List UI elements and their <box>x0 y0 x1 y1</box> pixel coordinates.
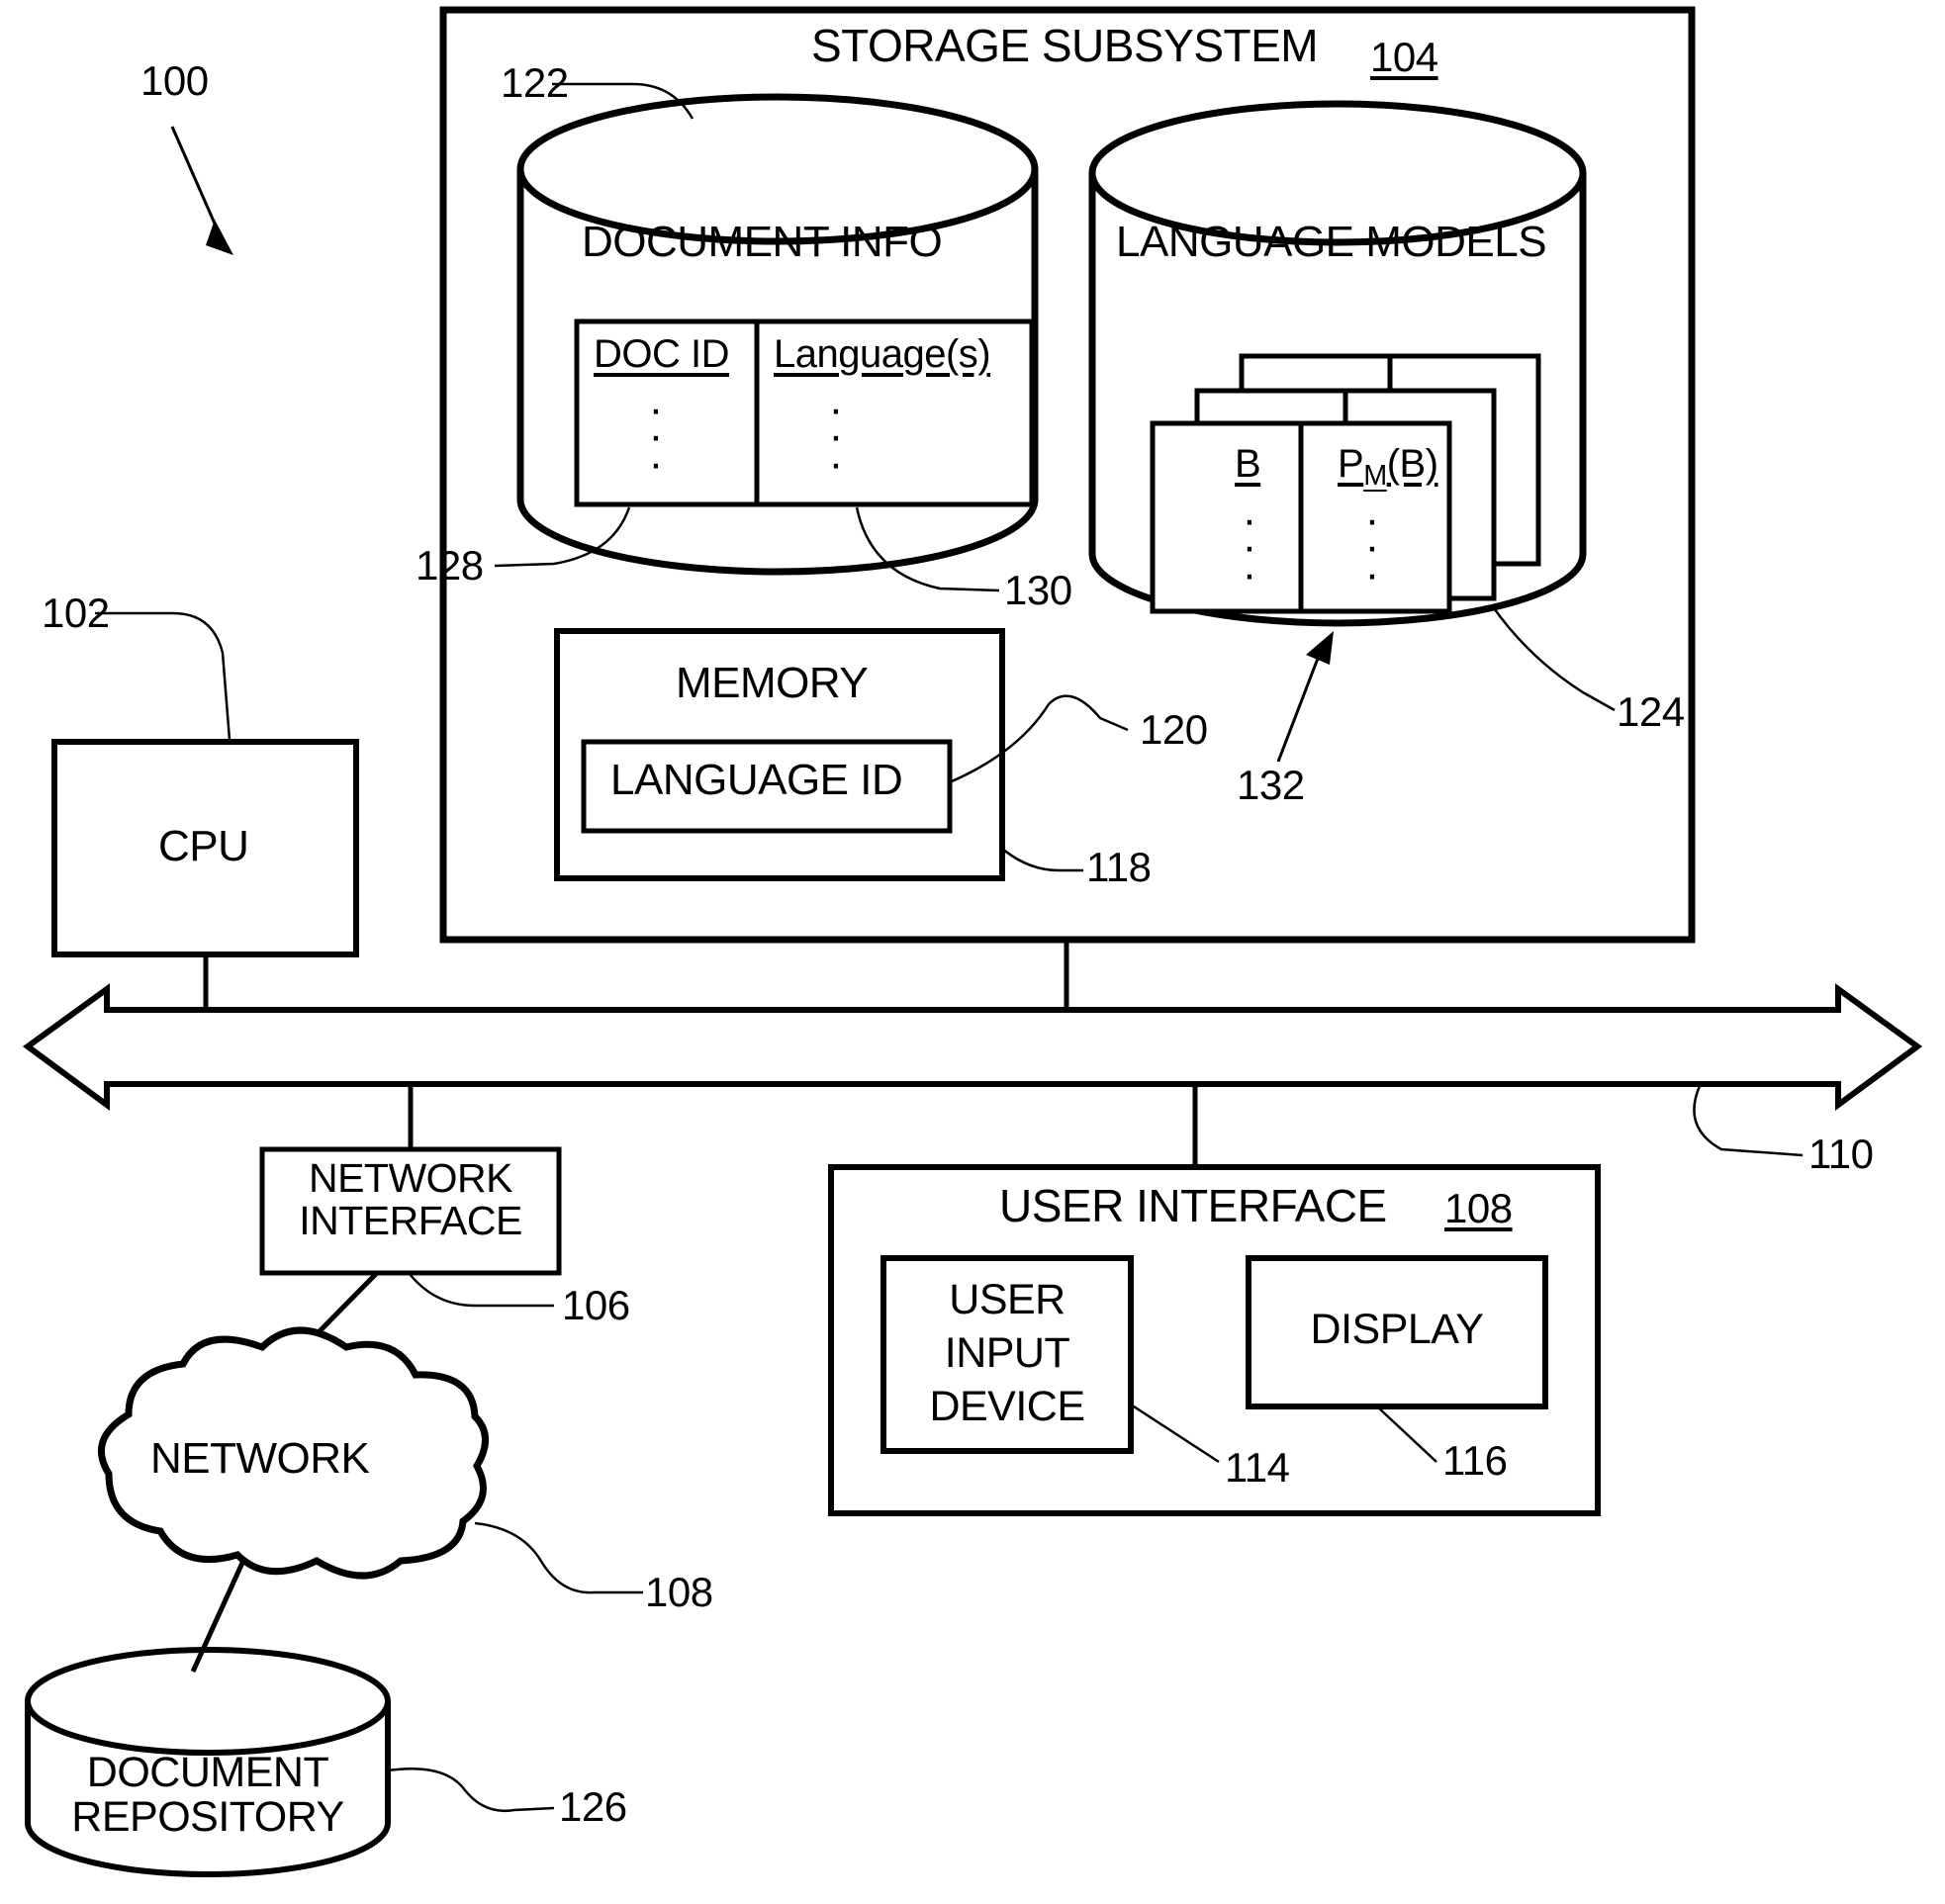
pm-subscript: M <box>1363 460 1387 493</box>
memory-title: MEMORY <box>676 659 869 707</box>
ref-126: 126 <box>559 1783 627 1830</box>
system-bus <box>22 983 1923 1111</box>
patent-figure-canvas: 100 STORAGE SUBSYSTEM 104 122 DOCUMENT I… <box>0 0 1945 1904</box>
leader-126 <box>387 1767 555 1813</box>
document-info-title: DOCUMENT INFO <box>582 218 943 266</box>
ref-108-ui: 108 <box>1444 1185 1513 1231</box>
user-input-device-line2: INPUT <box>944 1328 1070 1377</box>
ref-128: 128 <box>416 542 484 589</box>
leader-124 <box>1490 604 1616 712</box>
document-repository-line1: DOCUMENT <box>86 1749 329 1796</box>
pm-base: P <box>1338 442 1364 486</box>
ref-124: 124 <box>1617 688 1685 735</box>
leader-116 <box>1376 1405 1437 1463</box>
leader-130 <box>855 506 1000 592</box>
language-model-col-b: B <box>1235 442 1261 486</box>
language-model-col-pmb: PM(B) <box>1338 443 1438 491</box>
document-info-docid-dots: · · · <box>648 385 664 488</box>
leader-110 <box>1693 1085 1804 1157</box>
leader-106 <box>409 1273 554 1308</box>
leader-120 <box>951 694 1129 783</box>
language-models-title: LANGUAGE MODELS <box>1116 218 1547 266</box>
ref-116: 116 <box>1442 1437 1508 1484</box>
network-interface-line2: INTERFACE <box>299 1198 522 1244</box>
user-input-device-line1: USER <box>949 1276 1065 1323</box>
document-info-col-language: Language(s) <box>774 332 991 376</box>
language-model-pmb-dots: · · · <box>1364 496 1380 598</box>
leader-arrow-132 <box>1306 631 1334 665</box>
connector-cloud-repo <box>190 1561 245 1674</box>
lead-arrow-100 <box>206 220 233 255</box>
network-interface-line1: NETWORK <box>308 1155 513 1201</box>
user-input-device-label: USER INPUT DEVICE <box>883 1274 1131 1433</box>
cpu-label: CPU <box>158 822 249 870</box>
document-repository-label: DOCUMENT REPOSITORY <box>28 1749 388 1842</box>
ref-114: 114 <box>1225 1444 1290 1491</box>
network-cloud-label: NETWORK <box>150 1434 370 1483</box>
display-label: DISPLAY <box>1310 1306 1484 1353</box>
ref-102: 102 <box>42 589 110 636</box>
leader-102 <box>95 611 232 741</box>
document-info-col-docid: DOC ID <box>594 332 730 376</box>
leader-132 <box>1276 642 1326 763</box>
ref-106: 106 <box>562 1282 630 1328</box>
diagram-line-art <box>22 6 1923 1877</box>
network-interface-label: NETWORK INTERFACE <box>262 1155 559 1244</box>
document-info-language-dots: · · · <box>828 385 844 488</box>
ref-104: 104 <box>1370 34 1438 80</box>
leader-108-network <box>474 1521 643 1594</box>
ref-110: 110 <box>1808 1131 1874 1177</box>
language-model-b-dots: · · · <box>1242 496 1257 598</box>
ref-100: 100 <box>140 57 209 104</box>
ref-130: 130 <box>1004 567 1072 613</box>
leader-114 <box>1130 1403 1220 1464</box>
ref-132: 132 <box>1237 762 1305 808</box>
user-interface-title: USER INTERFACE <box>999 1180 1387 1231</box>
ref-120: 120 <box>1140 706 1208 753</box>
document-repository-line2: REPOSITORY <box>71 1793 344 1842</box>
ref-108-network: 108 <box>645 1569 713 1615</box>
ref-118: 118 <box>1086 844 1152 890</box>
leader-118 <box>1001 848 1083 872</box>
user-input-device-line3: DEVICE <box>929 1382 1085 1430</box>
ref-122: 122 <box>501 59 569 106</box>
pm-tail: (B) <box>1386 442 1438 486</box>
language-id-label: LANGUAGE ID <box>610 756 903 804</box>
storage-subsystem-title: STORAGE SUBSYSTEM <box>811 20 1319 71</box>
